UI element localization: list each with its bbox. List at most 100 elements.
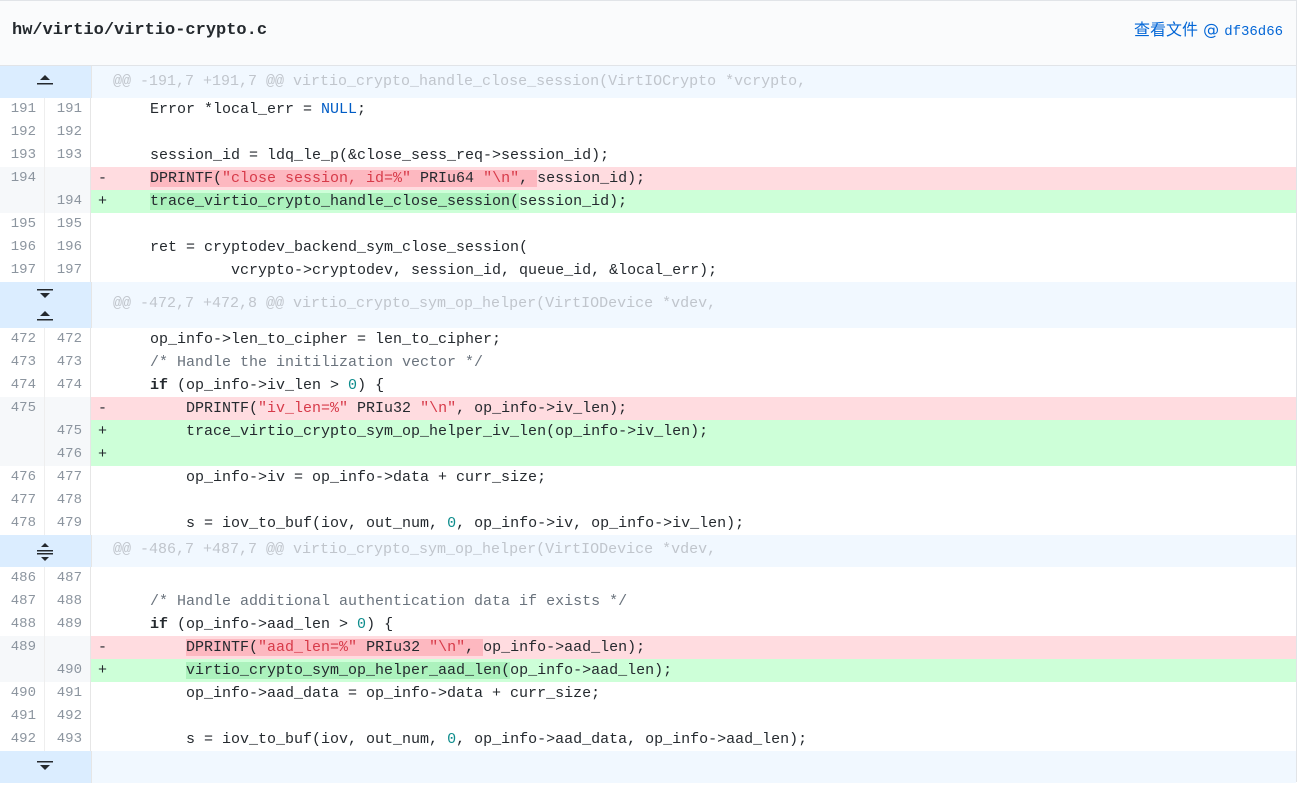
- diff-sign: -: [98, 400, 108, 417]
- diff-sign: +: [98, 423, 108, 440]
- view-file-link[interactable]: 查看文件 @ df36d66: [1134, 19, 1283, 43]
- new-line-number[interactable]: 473: [45, 351, 91, 374]
- added-line: 490 + virtio_crypto_sym_op_helper_aad_len…: [0, 659, 1296, 682]
- new-line-number[interactable]: 196: [45, 236, 91, 259]
- new-line-number[interactable]: 493: [45, 728, 91, 751]
- old-line-number[interactable]: 487: [0, 590, 45, 613]
- new-line-number[interactable]: 492: [45, 705, 91, 728]
- code-line: if (op_info->aad_len > 0) {: [150, 616, 394, 633]
- new-line-number[interactable]: 192: [45, 121, 91, 144]
- diff-sign: -: [98, 170, 108, 187]
- code-line: - DPRINTF("aad_len=%" PRIu32 "\n", op_in…: [91, 636, 1296, 659]
- context-line: 488 489 if (op_info->aad_len > 0) {: [0, 613, 1296, 636]
- code-line: +: [91, 443, 1296, 466]
- hunk-header: @@ -191,7 +191,7 @@ virtio_crypto_handle…: [0, 66, 1296, 98]
- old-line-number[interactable]: 195: [0, 213, 45, 236]
- old-line-number[interactable]: 490: [0, 682, 45, 705]
- unfold-icon[interactable]: [34, 542, 56, 562]
- new-line-number[interactable]: 194: [45, 190, 91, 213]
- expand-down-icon[interactable]: [34, 287, 56, 301]
- diff-file: hw/virtio/virtio-crypto.c 查看文件 @ df36d66…: [0, 0, 1297, 783]
- old-line-number[interactable]: 478: [0, 512, 45, 535]
- diff-sign: -: [98, 639, 108, 656]
- new-line-number[interactable]: 474: [45, 374, 91, 397]
- hunk-header: @@ -486,7 +487,7 @@ virtio_crypto_sym_op…: [0, 535, 1296, 567]
- deleted-line: 475 - DPRINTF("iv_len=%" PRIu32 "\n", op_…: [0, 397, 1296, 420]
- diff-sign: +: [98, 662, 108, 679]
- new-line-number[interactable]: 197: [45, 259, 91, 282]
- context-line: 192 192: [0, 121, 1296, 144]
- old-line-number[interactable]: 489: [0, 636, 45, 659]
- code-line: session_id = ldq_le_p(&close_sess_req->s…: [150, 147, 610, 164]
- new-line-number[interactable]: 476: [45, 443, 91, 466]
- code-line: + trace_virtio_crypto_sym_op_helper_iv_l…: [91, 420, 1296, 443]
- new-line-number[interactable]: [45, 397, 91, 420]
- added-line: 475 + trace_virtio_crypto_sym_op_helper_i…: [0, 420, 1296, 443]
- added-line: 476 +: [0, 443, 1296, 466]
- new-line-number[interactable]: 472: [45, 328, 91, 351]
- diff-table: @@ -191,7 +191,7 @@ virtio_crypto_handle…: [0, 66, 1296, 783]
- context-line: 193 193 session_id = ldq_le_p(&close_sess_…: [0, 144, 1296, 167]
- new-line-number[interactable]: 195: [45, 213, 91, 236]
- added-line: 194 + trace_virtio_crypto_handle_close_ses…: [0, 190, 1296, 213]
- hunk-header-text: @@ -191,7 +191,7 @@ virtio_crypto_handle…: [113, 73, 807, 90]
- commit-sha: df36d66: [1224, 24, 1283, 40]
- context-line: 474 474 if (op_info->iv_len > 0) {: [0, 374, 1296, 397]
- old-line-number[interactable]: [0, 443, 45, 466]
- old-line-number[interactable]: [0, 420, 45, 443]
- old-line-number[interactable]: 472: [0, 328, 45, 351]
- new-line-number[interactable]: 479: [45, 512, 91, 535]
- expand-up-icon[interactable]: [34, 73, 56, 87]
- old-line-number[interactable]: 193: [0, 144, 45, 167]
- old-line-number[interactable]: 477: [0, 489, 45, 512]
- deleted-line: 194 - DPRINTF("close session, id=%" PRIu64…: [0, 167, 1296, 190]
- old-line-number[interactable]: 191: [0, 98, 45, 121]
- old-line-number[interactable]: 196: [0, 236, 45, 259]
- old-line-number[interactable]: 486: [0, 567, 45, 590]
- old-line-number[interactable]: 491: [0, 705, 45, 728]
- old-line-number[interactable]: [0, 190, 45, 213]
- context-line: 491 492: [0, 705, 1296, 728]
- context-line: 486 487: [0, 567, 1296, 590]
- expand-down-icon[interactable]: [34, 759, 56, 773]
- file-header: hw/virtio/virtio-crypto.c 查看文件 @ df36d66: [0, 1, 1296, 66]
- hunk-lines: 191 191 Error *local_err = NULL; 192 192 193 1…: [0, 98, 1296, 282]
- new-line-number[interactable]: 490: [45, 659, 91, 682]
- hunk-expander: [0, 66, 92, 98]
- old-line-number[interactable]: [0, 659, 45, 682]
- old-line-number[interactable]: 197: [0, 259, 45, 282]
- code-line: Error *local_err = NULL;: [150, 101, 367, 118]
- new-line-number[interactable]: 489: [45, 613, 91, 636]
- old-line-number[interactable]: 194: [0, 167, 45, 190]
- code-line: s = iov_to_buf(iov, out_num, 0, op_info-…: [150, 515, 745, 532]
- new-line-number[interactable]: [45, 167, 91, 190]
- old-line-number[interactable]: 492: [0, 728, 45, 751]
- old-line-number[interactable]: 488: [0, 613, 45, 636]
- diff-sign: +: [98, 193, 108, 210]
- old-line-number[interactable]: 474: [0, 374, 45, 397]
- new-line-number[interactable]: 491: [45, 682, 91, 705]
- context-line: 473 473 /* Handle the initilization vector…: [0, 351, 1296, 374]
- expand-up-icon[interactable]: [34, 309, 56, 323]
- old-line-number[interactable]: 476: [0, 466, 45, 489]
- old-line-number[interactable]: 473: [0, 351, 45, 374]
- new-line-number[interactable]: 193: [45, 144, 91, 167]
- old-line-number[interactable]: 475: [0, 397, 45, 420]
- new-line-number[interactable]: 191: [45, 98, 91, 121]
- code-line: + trace_virtio_crypto_handle_close_sessio…: [91, 190, 1296, 213]
- new-line-number[interactable]: 475: [45, 420, 91, 443]
- hunk-header-text: @@ -472,7 +472,8 @@ virtio_crypto_sym_op…: [113, 295, 717, 312]
- old-line-number[interactable]: 192: [0, 121, 45, 144]
- new-line-number[interactable]: 477: [45, 466, 91, 489]
- diff-sign: +: [98, 446, 108, 463]
- new-line-number[interactable]: 487: [45, 567, 91, 590]
- new-line-number[interactable]: [45, 636, 91, 659]
- new-line-number[interactable]: 478: [45, 489, 91, 512]
- context-line: 195 195: [0, 213, 1296, 236]
- code-line: - DPRINTF("close session, id=%" PRIu64 "\…: [91, 167, 1296, 190]
- new-line-number[interactable]: 488: [45, 590, 91, 613]
- context-line: 492 493 s = iov_to_buf(iov, out_num, 0, o…: [0, 728, 1296, 751]
